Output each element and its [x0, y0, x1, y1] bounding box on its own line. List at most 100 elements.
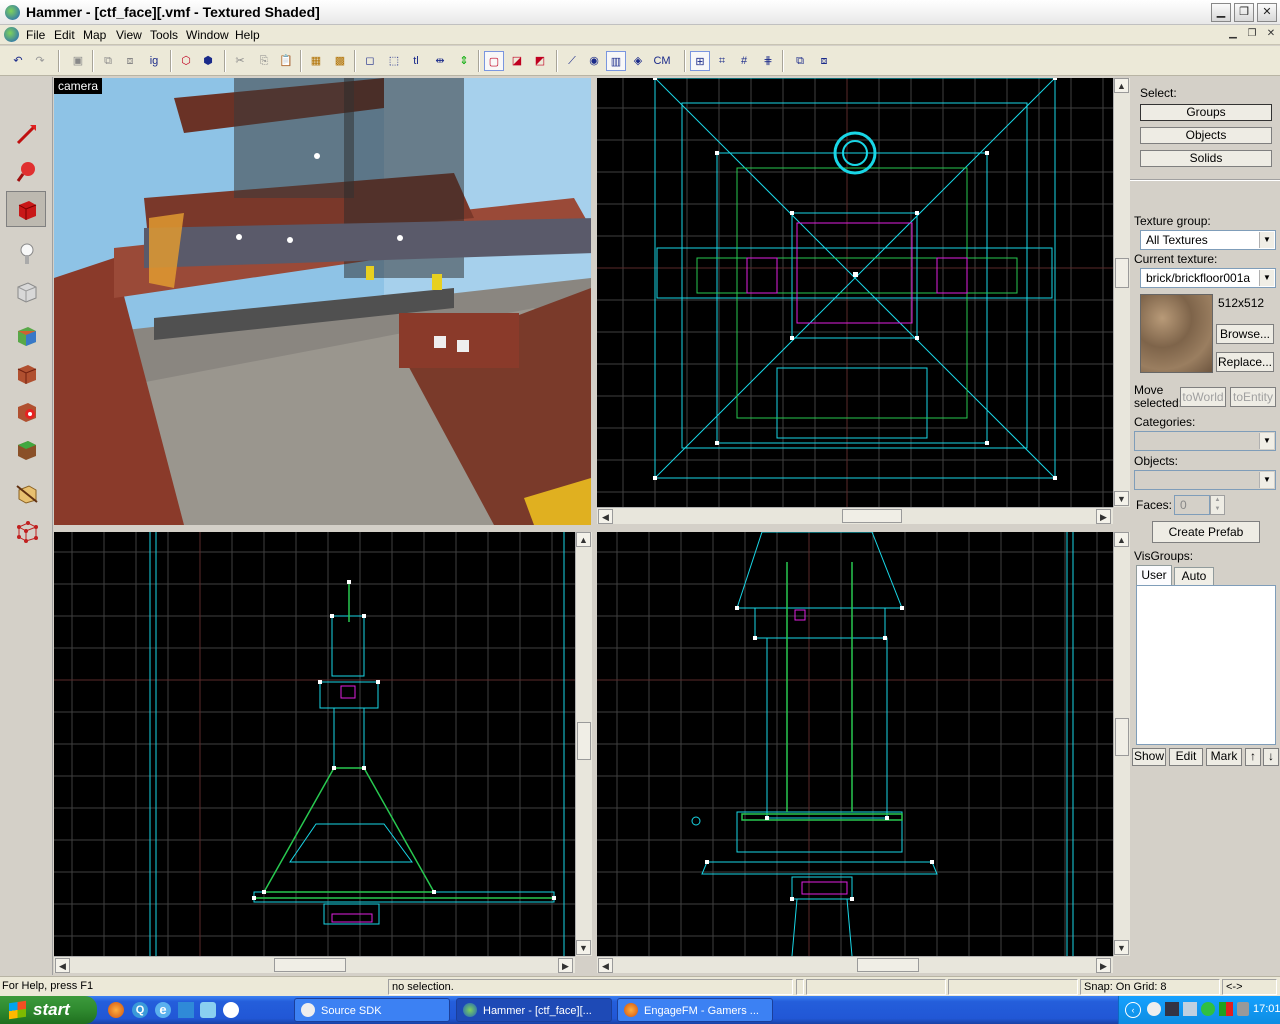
decal-tool-button[interactable] [6, 393, 46, 429]
viewport-camera-label[interactable]: camera [54, 78, 103, 94]
flip-vertical-icon[interactable]: ⇕ [454, 51, 474, 71]
scroll-up-icon[interactable]: ▲ [1114, 532, 1129, 547]
chevron-down-icon[interactable]: ▼ [1259, 232, 1274, 248]
minimize-button[interactable]: ▁ [1211, 3, 1231, 22]
close-button[interactable]: ✕ [1257, 3, 1277, 22]
scroll-left-icon[interactable]: ◀ [598, 958, 613, 973]
steam-tray-icon[interactable] [1147, 1002, 1161, 1016]
scroll-left-icon[interactable]: ◀ [55, 958, 70, 973]
start-button[interactable]: start [0, 996, 97, 1024]
hammer-app-icon[interactable] [5, 5, 20, 20]
menu-edit[interactable]: Edit [54, 28, 75, 42]
scroll-left-icon[interactable]: ◀ [598, 509, 613, 524]
show-desktop-icon[interactable] [178, 1002, 194, 1018]
visgroup-show-button[interactable]: Show [1132, 748, 1166, 766]
3d-lighting-icon[interactable]: ◈ [628, 51, 648, 71]
tab-user[interactable]: User [1136, 565, 1172, 585]
overlay-tool-button[interactable] [6, 431, 46, 467]
3d-textured-icon[interactable]: ▥ [606, 51, 626, 71]
menu-help[interactable]: Help [235, 28, 260, 42]
copy-icon[interactable]: ⎘ [254, 51, 274, 71]
mdi-minimize-button[interactable]: ▁ [1226, 27, 1240, 41]
mdi-restore-button[interactable]: ❐ [1245, 27, 1259, 41]
to-entity-button[interactable]: toEntity [1230, 387, 1276, 407]
volume-tray-icon[interactable] [1237, 1002, 1249, 1016]
firefox-quicklaunch-icon[interactable] [108, 1002, 124, 1018]
flip-horizontal-icon[interactable]: ⇹ [430, 51, 450, 71]
clock[interactable]: 17:01 [1253, 1003, 1280, 1015]
chevron-down-icon[interactable]: ▼ [1259, 472, 1274, 488]
camera-viewport[interactable]: camera [54, 78, 591, 525]
larger-grid-icon[interactable]: ⋕ [758, 51, 778, 71]
select-by-handles-icon[interactable]: ⬚ [384, 51, 404, 71]
apply-texture-button[interactable] [6, 355, 46, 391]
move-down-arrow-icon[interactable]: ↓ [1263, 748, 1279, 766]
carve-icon[interactable]: ▣ [68, 51, 88, 71]
chevron-down-icon[interactable]: ▼ [1259, 433, 1274, 449]
messenger-quicklaunch-icon[interactable]: Q [132, 1002, 148, 1018]
magnify-tool-button[interactable] [6, 153, 46, 189]
hide-selected-icon[interactable]: ⬡ [176, 51, 196, 71]
smaller-grid-icon[interactable]: # [734, 51, 754, 71]
visgroup-mark-button[interactable]: Mark [1206, 748, 1242, 766]
side-2d-viewport[interactable] [597, 532, 1113, 956]
save-window-state-icon[interactable]: ⧈ [814, 51, 834, 71]
camera-tool-button[interactable] [6, 191, 46, 227]
scroll-down-icon[interactable]: ▼ [1114, 940, 1129, 955]
scroll-up-icon[interactable]: ▲ [1114, 78, 1129, 93]
browse-button[interactable]: Browse... [1216, 324, 1274, 344]
select-solids-button[interactable]: Solids [1140, 150, 1272, 167]
scroll-down-icon[interactable]: ▼ [1114, 491, 1129, 506]
top-view-horizontal-scrollbar[interactable]: ◀ ▶ [597, 507, 1113, 524]
3d-wireframe-icon[interactable]: ⟋ [562, 51, 582, 71]
task-source-sdk[interactable]: Source SDK [294, 998, 450, 1022]
group-icon[interactable]: ⧉ [98, 51, 118, 71]
grid-toggle-icon[interactable]: ⊞ [690, 51, 710, 71]
scroll-thumb[interactable] [1115, 718, 1129, 756]
messenger-tray-icon[interactable] [1201, 1002, 1215, 1016]
select-objects-button[interactable]: Objects [1140, 127, 1272, 144]
top-2d-viewport[interactable] [597, 78, 1113, 507]
scroll-thumb[interactable] [842, 509, 902, 523]
scroll-right-icon[interactable]: ▶ [1096, 958, 1111, 973]
cordon-mode-button[interactable]: CM [650, 51, 674, 71]
redo-icon[interactable]: ↷ [30, 51, 50, 71]
texture-application-button[interactable] [6, 317, 46, 353]
show-all-icon[interactable]: ⬢ [198, 51, 218, 71]
scroll-right-icon[interactable]: ▶ [1096, 509, 1111, 524]
menu-window[interactable]: Window [186, 28, 229, 42]
scroll-right-icon[interactable]: ▶ [558, 958, 573, 973]
texture-preview-image[interactable] [1140, 294, 1213, 373]
categories-select[interactable]: ▼ [1134, 431, 1276, 451]
scroll-thumb[interactable] [857, 958, 919, 972]
texture-scale-lock-icon[interactable]: ▩ [330, 51, 350, 71]
shaded-2d-icon[interactable]: ◪ [507, 51, 527, 71]
scroll-thumb[interactable] [577, 722, 591, 760]
front-2d-viewport[interactable] [54, 532, 575, 956]
cut-icon[interactable]: ✂ [230, 51, 250, 71]
visgroup-edit-button[interactable]: Edit [1169, 748, 1203, 766]
wireframe-2d-icon[interactable]: ▢ [484, 51, 504, 71]
3d-grid-icon[interactable]: ⌗ [712, 51, 732, 71]
media-player-icon[interactable] [223, 1002, 239, 1018]
faces-input[interactable]: 0 [1174, 495, 1210, 515]
toggle-texlock-button[interactable]: tl [406, 51, 426, 71]
current-texture-select[interactable]: brick/brickfloor001a ▼ [1140, 268, 1276, 288]
tray-icon[interactable] [1219, 1002, 1233, 1016]
tab-auto[interactable]: Auto [1174, 567, 1214, 585]
objects-select[interactable]: ▼ [1134, 470, 1276, 490]
top-view-vertical-scrollbar[interactable]: ▲ ▼ [1113, 78, 1130, 507]
3d-flat-icon[interactable]: ◉ [584, 51, 604, 71]
side-view-horizontal-scrollbar[interactable]: ◀ ▶ [597, 956, 1113, 973]
tray-icon[interactable] [1165, 1002, 1179, 1016]
block-tool-button[interactable] [6, 273, 46, 309]
side-view-vertical-scrollbar[interactable]: ▲ ▼ [1113, 532, 1130, 956]
chevron-down-icon[interactable]: ▼ [1259, 270, 1274, 286]
vertex-tool-button[interactable] [6, 513, 46, 549]
maximize-button[interactable]: ❐ [1234, 3, 1254, 22]
menu-view[interactable]: View [116, 28, 142, 42]
scroll-thumb[interactable] [274, 958, 346, 972]
front-view-vertical-scrollbar[interactable]: ▲ ▼ [575, 532, 592, 956]
select-groups-button[interactable]: Groups [1140, 104, 1272, 121]
selection-tool-button[interactable] [6, 115, 46, 151]
